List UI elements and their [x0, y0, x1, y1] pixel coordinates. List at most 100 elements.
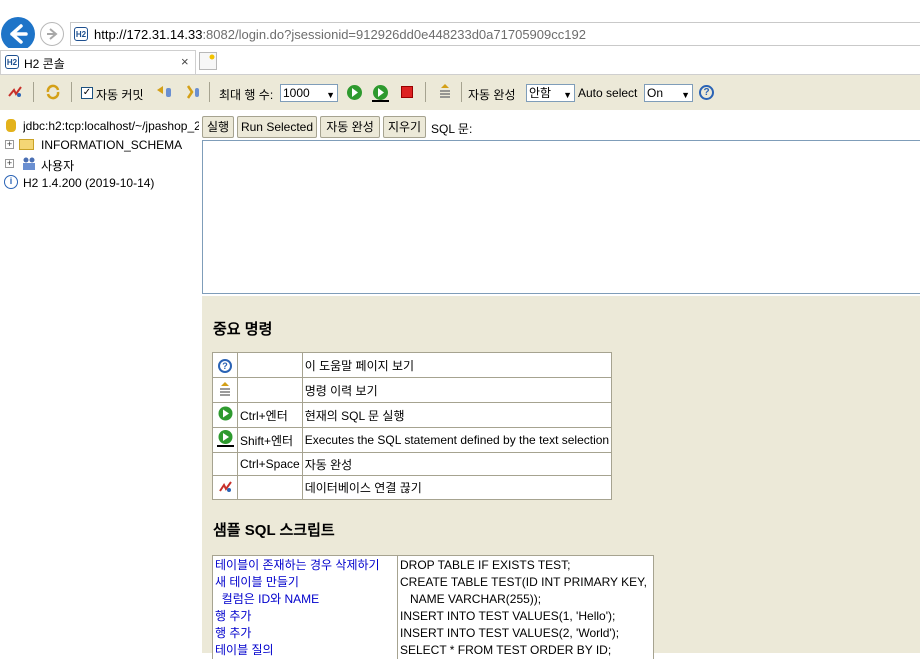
run-selected-icon[interactable] [373, 85, 388, 100]
tab-favicon-icon: H2 [5, 55, 19, 69]
users-icon [21, 156, 37, 171]
version-info: H2 1.4.200 (2019-10-14) [23, 176, 154, 190]
command-desc: Executes the SQL statement defined by th… [302, 428, 611, 453]
play-glyph-icon [347, 85, 362, 100]
expand-icon[interactable]: + [5, 159, 14, 168]
connection-url[interactable]: jdbc:h2:tcp:localhost/~/jpashop_2 [23, 119, 199, 133]
help-icon[interactable]: ? [699, 85, 714, 100]
sample-sql-heading: 샘플 SQL 스크립트 [213, 519, 335, 540]
stop-icon[interactable] [401, 86, 413, 98]
toolbar-separator [33, 82, 34, 102]
autocomplete-button[interactable]: 자동 완성 [320, 116, 380, 138]
play-glyph-icon [373, 85, 388, 100]
disconnect-icon[interactable] [218, 479, 233, 494]
sample-sql-line: NAME VARCHAR(255)); [400, 591, 651, 608]
autocomplete-label: 자동 완성 [468, 86, 516, 103]
table-row: 테이블이 존재하는 경우 삭제하기 새 테이블 만들기 컬럼은 ID와 NAME… [213, 556, 654, 659]
command-desc: 데이터베이스 연결 끊기 [302, 476, 611, 500]
new-tab-icon [200, 53, 216, 69]
table-row: Shift+엔터 Executes the SQL statement defi… [213, 428, 612, 453]
history-icon[interactable] [218, 381, 232, 397]
command-key [238, 476, 303, 500]
url-host: http://172.31.14.33 [94, 27, 202, 42]
help-icon[interactable]: ? [218, 359, 232, 373]
table-row: 명령 이력 보기 [213, 378, 612, 403]
chevron-down-icon: ▼ [563, 87, 572, 103]
command-desc: 이 도움말 페이지 보기 [302, 353, 611, 378]
command-icon-cell [213, 476, 238, 500]
command-key: Ctrl+엔터 [238, 403, 303, 428]
table-row: Ctrl+Space 자동 완성 [213, 453, 612, 476]
disconnect-icon[interactable] [7, 84, 23, 100]
sample-sql-line: INSERT INTO TEST VALUES(1, 'Hello'); [400, 608, 651, 625]
arrow-right-icon [41, 23, 63, 45]
sample-sql-line: SELECT * FROM TEST ORDER BY ID; [400, 642, 651, 659]
sql-editor[interactable] [202, 140, 920, 294]
refresh-icon[interactable] [45, 84, 61, 100]
site-favicon-icon: H2 [74, 27, 88, 41]
clear-button[interactable]: 지우기 [383, 116, 426, 138]
autocomplete-value: 안함 [529, 86, 551, 100]
sample-link[interactable]: 행 추가 [215, 608, 395, 625]
table-row: 데이터베이스 연결 끊기 [213, 476, 612, 500]
command-icon-cell [213, 378, 238, 403]
database-icon [6, 119, 16, 132]
max-rows-value: 1000 [283, 86, 310, 100]
info-icon: i [4, 175, 18, 189]
commands-table: ? 이 도움말 페이지 보기 명령 이력 보기 Ctrl+엔터 현재의 SQL … [212, 352, 612, 500]
command-desc: 명령 이력 보기 [302, 378, 611, 403]
sample-labels-cell: 테이블이 존재하는 경우 삭제하기 새 테이블 만들기 컬럼은 ID와 NAME… [213, 556, 398, 659]
sample-sql-cell: DROP TABLE IF EXISTS TEST; CREATE TABLE … [398, 556, 654, 659]
toolbar-separator [461, 82, 462, 102]
table-row: ? 이 도움말 페이지 보기 [213, 353, 612, 378]
sample-link[interactable]: 새 테이블 만들기 [215, 574, 395, 591]
sample-link[interactable]: 테이블이 존재하는 경우 삭제하기 [215, 557, 395, 574]
history-icon[interactable] [437, 83, 453, 101]
rollback-icon[interactable] [155, 84, 173, 100]
command-key: Shift+엔터 [238, 428, 303, 453]
back-button[interactable] [1, 17, 35, 51]
max-rows-select[interactable]: 1000 ▼ [280, 84, 338, 102]
run-selected-underline [372, 100, 389, 102]
sql-label: SQL 문: [431, 120, 472, 137]
tree-item-users[interactable]: 사용자 [41, 157, 74, 174]
sample-sql-line: INSERT INTO TEST VALUES(2, 'World'); [400, 625, 651, 642]
toolbar-separator [71, 82, 72, 102]
command-key: Ctrl+Space [238, 453, 303, 476]
run-selected-icon[interactable] [217, 430, 234, 447]
url-path: :8082/login.do?jsessionid=912926dd0e4482… [202, 27, 586, 42]
new-tab-button[interactable] [199, 52, 217, 70]
command-desc: 자동 완성 [302, 453, 611, 476]
run-button[interactable]: 실행 [202, 116, 234, 138]
toolbar-separator [425, 82, 426, 102]
command-icon-cell: ? [213, 353, 238, 378]
command-icon-cell [213, 428, 238, 453]
folder-icon [19, 139, 34, 150]
autoselect-label: Auto select [578, 86, 637, 100]
sample-link[interactable]: 컬럼은 ID와 NAME [215, 591, 395, 608]
autocomplete-select[interactable]: 안함 ▼ [526, 84, 575, 102]
autoselect-select[interactable]: On▼ [644, 84, 693, 102]
tab-close-icon[interactable]: × [181, 54, 189, 69]
tab-title: H2 콘솔 [24, 55, 65, 72]
sample-sql-line: DROP TABLE IF EXISTS TEST; [400, 557, 651, 574]
run-selected-button[interactable]: Run Selected [237, 116, 317, 138]
expand-icon[interactable]: + [5, 140, 14, 149]
forward-button[interactable] [40, 22, 64, 46]
autoselect-value: On [647, 86, 663, 100]
command-icon-cell [213, 403, 238, 428]
table-row: Ctrl+엔터 현재의 SQL 문 실행 [213, 403, 612, 428]
toolbar-separator [209, 82, 210, 102]
sample-link[interactable]: 테이블 질의 [215, 642, 395, 659]
sample-link[interactable]: 행 추가 [215, 625, 395, 642]
chevron-down-icon: ▼ [326, 87, 335, 103]
autocommit-checkbox[interactable]: ✓ [81, 87, 93, 99]
run-icon[interactable] [218, 406, 233, 421]
run-icon[interactable] [347, 85, 362, 100]
sample-sql-line: CREATE TABLE TEST(ID INT PRIMARY KEY, [400, 574, 651, 591]
sample-sql-table: 테이블이 존재하는 경우 삭제하기 새 테이블 만들기 컬럼은 ID와 NAME… [212, 555, 654, 659]
tree-item-information-schema[interactable]: INFORMATION_SCHEMA [41, 138, 182, 152]
command-desc: 현재의 SQL 문 실행 [302, 403, 611, 428]
url-text[interactable]: http://172.31.14.33:8082/login.do?jsessi… [94, 27, 586, 42]
commit-icon[interactable] [185, 84, 201, 100]
